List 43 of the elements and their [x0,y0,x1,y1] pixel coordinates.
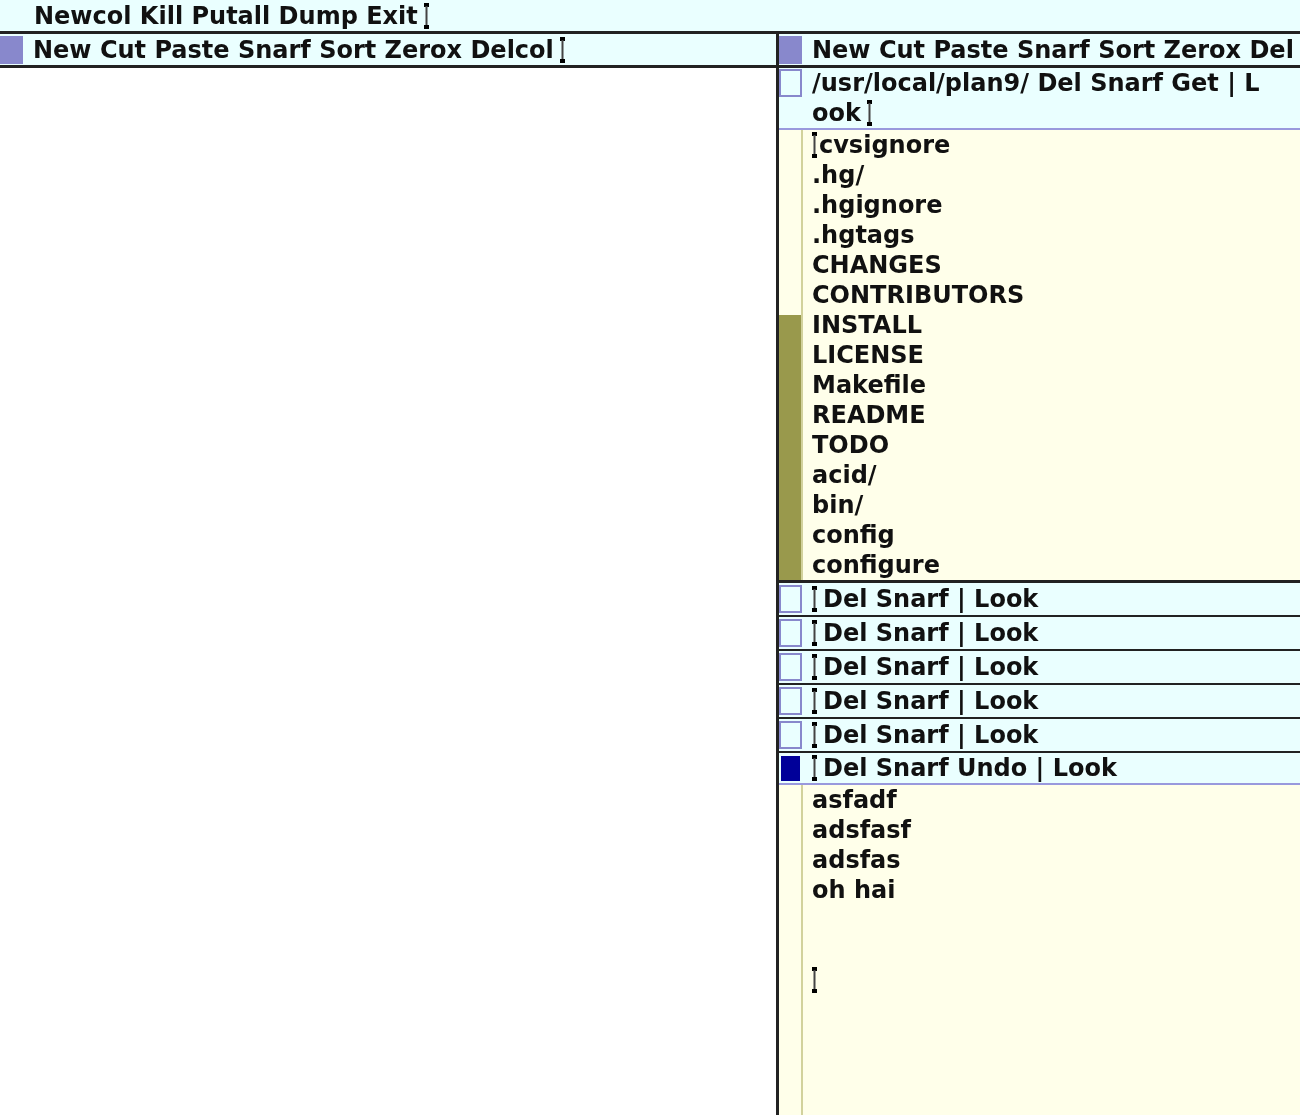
window-tag-text[interactable]: Del Snarf | Look [823,584,1039,614]
text-line: CHANGES [812,250,942,280]
text-line: README [812,400,926,430]
text-line: .hgignore [812,190,943,220]
window-handle[interactable] [779,585,802,613]
text-line: config [812,520,895,550]
text-line: configure [812,550,940,580]
window-handle[interactable] [781,756,800,781]
text-area[interactable]: cvsignore .hg/ .hgignore .hgtags CHANGES CONTRIBUTORS INSTALL LICENSE Makefile README TODO acid/ bin/ config configure [779,130,1300,580]
window-handle[interactable] [779,653,802,681]
text-line: LICENSE [812,340,924,370]
column-tag-text[interactable]: New Cut Paste Snarf Sort Zerox Delcol [33,34,554,65]
window-tag-text[interactable]: Del Snarf | Look [823,686,1039,716]
window-tag-text[interactable]: Del Snarf | Look [823,618,1039,648]
window-handle[interactable] [779,721,802,749]
text-line: oh hai [812,875,896,905]
scrollbar[interactable] [779,130,803,580]
text-line: CONTRIBUTORS [812,280,1025,310]
window-handle[interactable] [779,619,802,647]
text-line: asfadf [812,785,897,815]
scroll-thumb[interactable] [779,130,801,315]
text-line: adsfasf [812,815,912,845]
text-line: TODO [812,430,890,460]
text-line: bin/ [812,490,864,520]
window-tag-text[interactable]: Del Snarf | Look [823,652,1039,682]
text-line: cvsignore [819,130,951,160]
window-handle[interactable] [779,69,802,97]
text-line: Makefile [812,370,926,400]
window-tag-text[interactable]: Del Snarf Undo | Look [823,753,1117,783]
window-tag-text[interactable]: /usr/local/plan9/ Del Snarf Get | L [812,68,1260,98]
text-line: acid/ [812,460,877,490]
text-area[interactable]: asfadf adsfasf adsfas oh hai [779,785,1300,1115]
text-line: INSTALL [812,310,922,340]
row-tag-text[interactable]: Newcol Kill Putall Dump Exit [34,0,418,31]
text-line: .hg/ [812,160,865,190]
text-line: .hgtags [812,220,915,250]
window-tag-text[interactable]: Del Snarf | Look [823,720,1039,750]
window-tag-text[interactable]: ook [812,98,861,128]
column-handle[interactable] [0,35,23,64]
column-handle[interactable] [779,35,802,64]
column-tag-text[interactable]: New Cut Paste Snarf Sort Zerox Del [812,34,1294,65]
text-line: adsfas [812,845,901,875]
window-handle[interactable] [779,687,802,715]
